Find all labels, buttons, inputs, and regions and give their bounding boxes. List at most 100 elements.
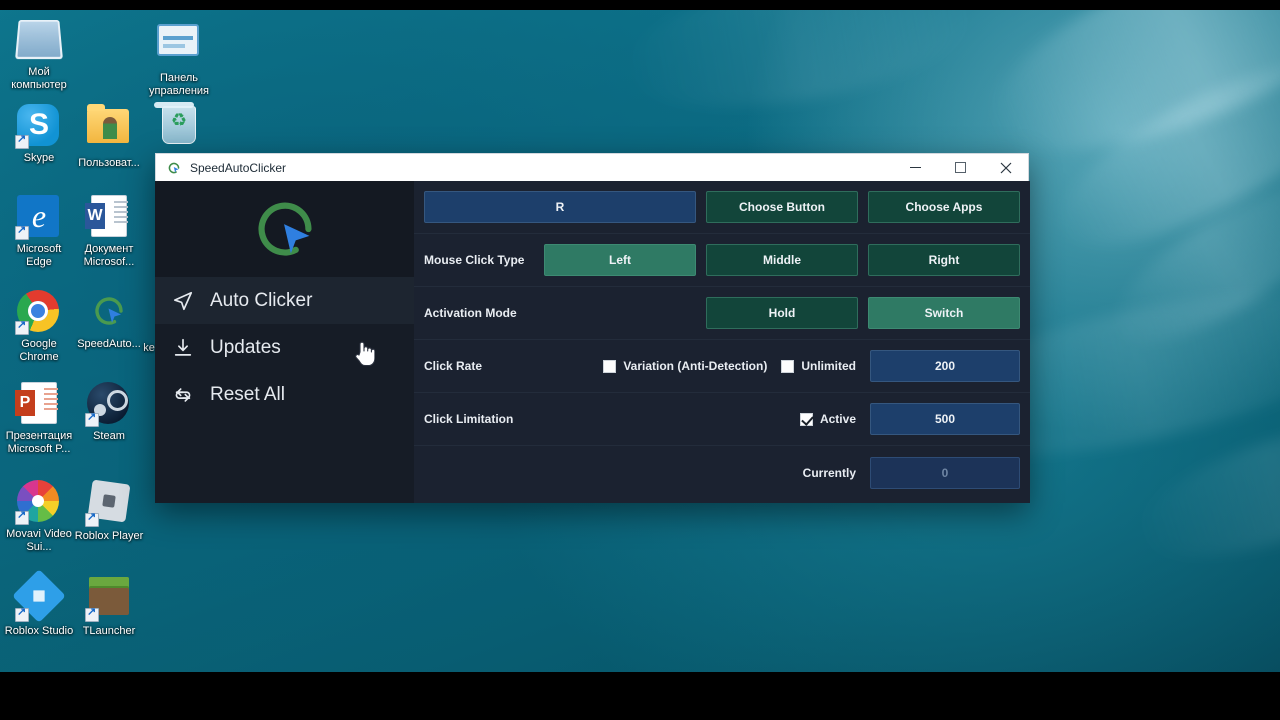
desktop-icon-label: Документ Microsof... (73, 243, 145, 269)
desktop-icon-speed-auto-clicker[interactable]: SpeedAuto... (73, 290, 145, 351)
unlimited-checkbox[interactable]: Unlimited (781, 359, 856, 373)
letterbox-top (0, 0, 1280, 10)
powerpoint-icon (17, 382, 61, 426)
sidebar-item-auto-clicker[interactable]: Auto Clicker (155, 277, 414, 324)
recycle-bin-icon (157, 106, 201, 150)
click-limitation-input[interactable]: 500 (870, 403, 1020, 435)
desktop-icon-label: Microsoft Edge (3, 243, 75, 269)
my-computer-icon (17, 18, 61, 62)
click-rate-input[interactable]: 200 (870, 350, 1020, 382)
tlauncher-icon (87, 577, 131, 621)
unlimited-checkbox-label: Unlimited (801, 359, 856, 373)
click-limitation-active-label: Active (820, 412, 856, 426)
choose-button-button[interactable]: Choose Button (706, 191, 858, 223)
sidebar-item-label: Updates (210, 337, 281, 359)
variation-checkbox-label: Variation (Anti-Detection) (623, 359, 767, 373)
desktop-icon-label: SpeedAuto... (73, 338, 145, 351)
window-body: Auto Clicker Updates (155, 181, 1029, 503)
mouse-click-type-middle[interactable]: Middle (706, 244, 858, 276)
activation-mode-switch[interactable]: Switch (868, 297, 1020, 329)
mouse-click-type-left[interactable]: Left (544, 244, 696, 276)
desktop-icon-label: Steam (73, 430, 145, 443)
window-title: SpeedAutoClicker (190, 161, 893, 175)
steam-icon (87, 382, 131, 426)
roblox-studio-icon (17, 577, 61, 621)
mouse-cursor-pointer (353, 339, 375, 372)
microsoft-edge-icon (17, 195, 61, 239)
speed-auto-clicker-icon (87, 290, 131, 334)
desktop-icon-movavi[interactable]: Movavi Video Sui... (3, 480, 75, 554)
variation-checkbox[interactable]: Variation (Anti-Detection) (603, 359, 767, 373)
desktop-icon-user-folder[interactable]: Пользоват... (73, 104, 145, 170)
movavi-icon (17, 480, 61, 524)
desktop-icon-label: Google Chrome (3, 338, 75, 364)
desktop-icon-google-chrome[interactable]: Google Chrome (3, 290, 75, 364)
desktop-icon-my-computer[interactable]: Мой компьютер (3, 18, 75, 92)
maximize-button[interactable] (938, 154, 983, 181)
choose-apps-button[interactable]: Choose Apps (868, 191, 1020, 223)
desktop-icon-control-panel[interactable]: Панель управления (143, 18, 215, 98)
speed-auto-clicker-window: SpeedAutoClicker (155, 153, 1029, 503)
desktop-icon-label: TLauncher (73, 625, 145, 638)
currently-value: 0 (870, 457, 1020, 489)
desktop-icon-skype[interactable]: Skype (3, 104, 75, 165)
desktop-icon-roblox-studio[interactable]: Roblox Studio (3, 575, 75, 638)
screen: Мой компьютер Панель управления Skype По… (0, 0, 1280, 720)
sidebar-logo (155, 181, 414, 277)
mouse-click-type-label: Mouse Click Type (424, 253, 524, 267)
activation-mode-hold[interactable]: Hold (706, 297, 858, 329)
user-folder-icon (87, 109, 131, 153)
desktop-icon-steam[interactable]: Steam (73, 382, 145, 443)
sidebar-item-label: Auto Clicker (210, 290, 312, 312)
sidebar: Auto Clicker Updates (155, 181, 414, 503)
desktop-wallpaper[interactable]: Мой компьютер Панель управления Skype По… (0, 10, 1280, 672)
desktop-icon-label: Презентация Microsoft P... (3, 430, 75, 456)
loop-refresh-icon (172, 383, 202, 407)
hotkey-button[interactable]: R (424, 191, 696, 223)
google-chrome-icon (17, 290, 61, 334)
speed-auto-clicker-logo-icon (166, 160, 182, 176)
letterbox-bottom (0, 672, 1280, 720)
mouse-click-type-right[interactable]: Right (868, 244, 1020, 276)
desktop-icon-label: Roblox Player (73, 530, 145, 543)
window-titlebar[interactable]: SpeedAutoClicker (155, 153, 1029, 181)
desktop-icon-powerpoint[interactable]: Презентация Microsoft P... (3, 382, 75, 456)
click-rate-row: Click Rate Variation (Anti-Detection) Un… (414, 340, 1030, 393)
sidebar-item-reset-all[interactable]: Reset All (155, 371, 414, 418)
minimize-button[interactable] (893, 154, 938, 181)
sidebar-item-updates[interactable]: Updates (155, 324, 414, 371)
hotkey-row: R Choose Button Choose Apps (414, 181, 1030, 234)
desktop-icon-roblox-player[interactable]: Roblox Player (73, 480, 145, 543)
click-limitation-active-checkbox[interactable]: Active (800, 412, 856, 426)
mouse-click-type-row: Mouse Click Type Left Middle Right (414, 234, 1030, 287)
navigation-arrow-icon (172, 289, 202, 313)
sidebar-item-label: Reset All (210, 384, 285, 406)
currently-label: Currently (803, 466, 856, 480)
close-button[interactable] (983, 154, 1028, 181)
desktop-icon-label: Skype (3, 152, 75, 165)
desktop-icon-label: Пользоват... (73, 157, 145, 170)
click-rate-label: Click Rate (424, 359, 482, 373)
currently-row: Currently 0 (414, 446, 1030, 499)
checkbox-box-icon[interactable] (603, 360, 616, 373)
desktop-icon-label: Movavi Video Sui... (3, 528, 75, 554)
download-icon (172, 336, 202, 360)
roblox-player-icon (87, 482, 131, 526)
desktop-icon-label: Мой компьютер (3, 66, 75, 92)
word-document-icon (87, 195, 131, 239)
wave-streak (612, 10, 987, 130)
activation-mode-label: Activation Mode (424, 306, 517, 320)
desktop-icon-recycle-bin[interactable] (143, 104, 215, 154)
control-panel-icon (157, 24, 201, 68)
main-panel: R Choose Button Choose Apps Mouse Click … (414, 181, 1030, 503)
checkbox-box-icon[interactable] (781, 360, 794, 373)
skype-icon (17, 104, 61, 148)
desktop-icon-tlauncher[interactable]: TLauncher (73, 575, 145, 638)
desktop-icon-microsoft-edge[interactable]: Microsoft Edge (3, 195, 75, 269)
speed-auto-clicker-logo-icon (244, 188, 326, 270)
click-limitation-label: Click Limitation (424, 412, 513, 426)
desktop-icon-label: Roblox Studio (3, 625, 75, 638)
desktop-icon-word-document[interactable]: Документ Microsof... (73, 195, 145, 269)
checkbox-checked-icon[interactable] (800, 413, 813, 426)
desktop-icon-label: Панель управления (143, 72, 215, 98)
